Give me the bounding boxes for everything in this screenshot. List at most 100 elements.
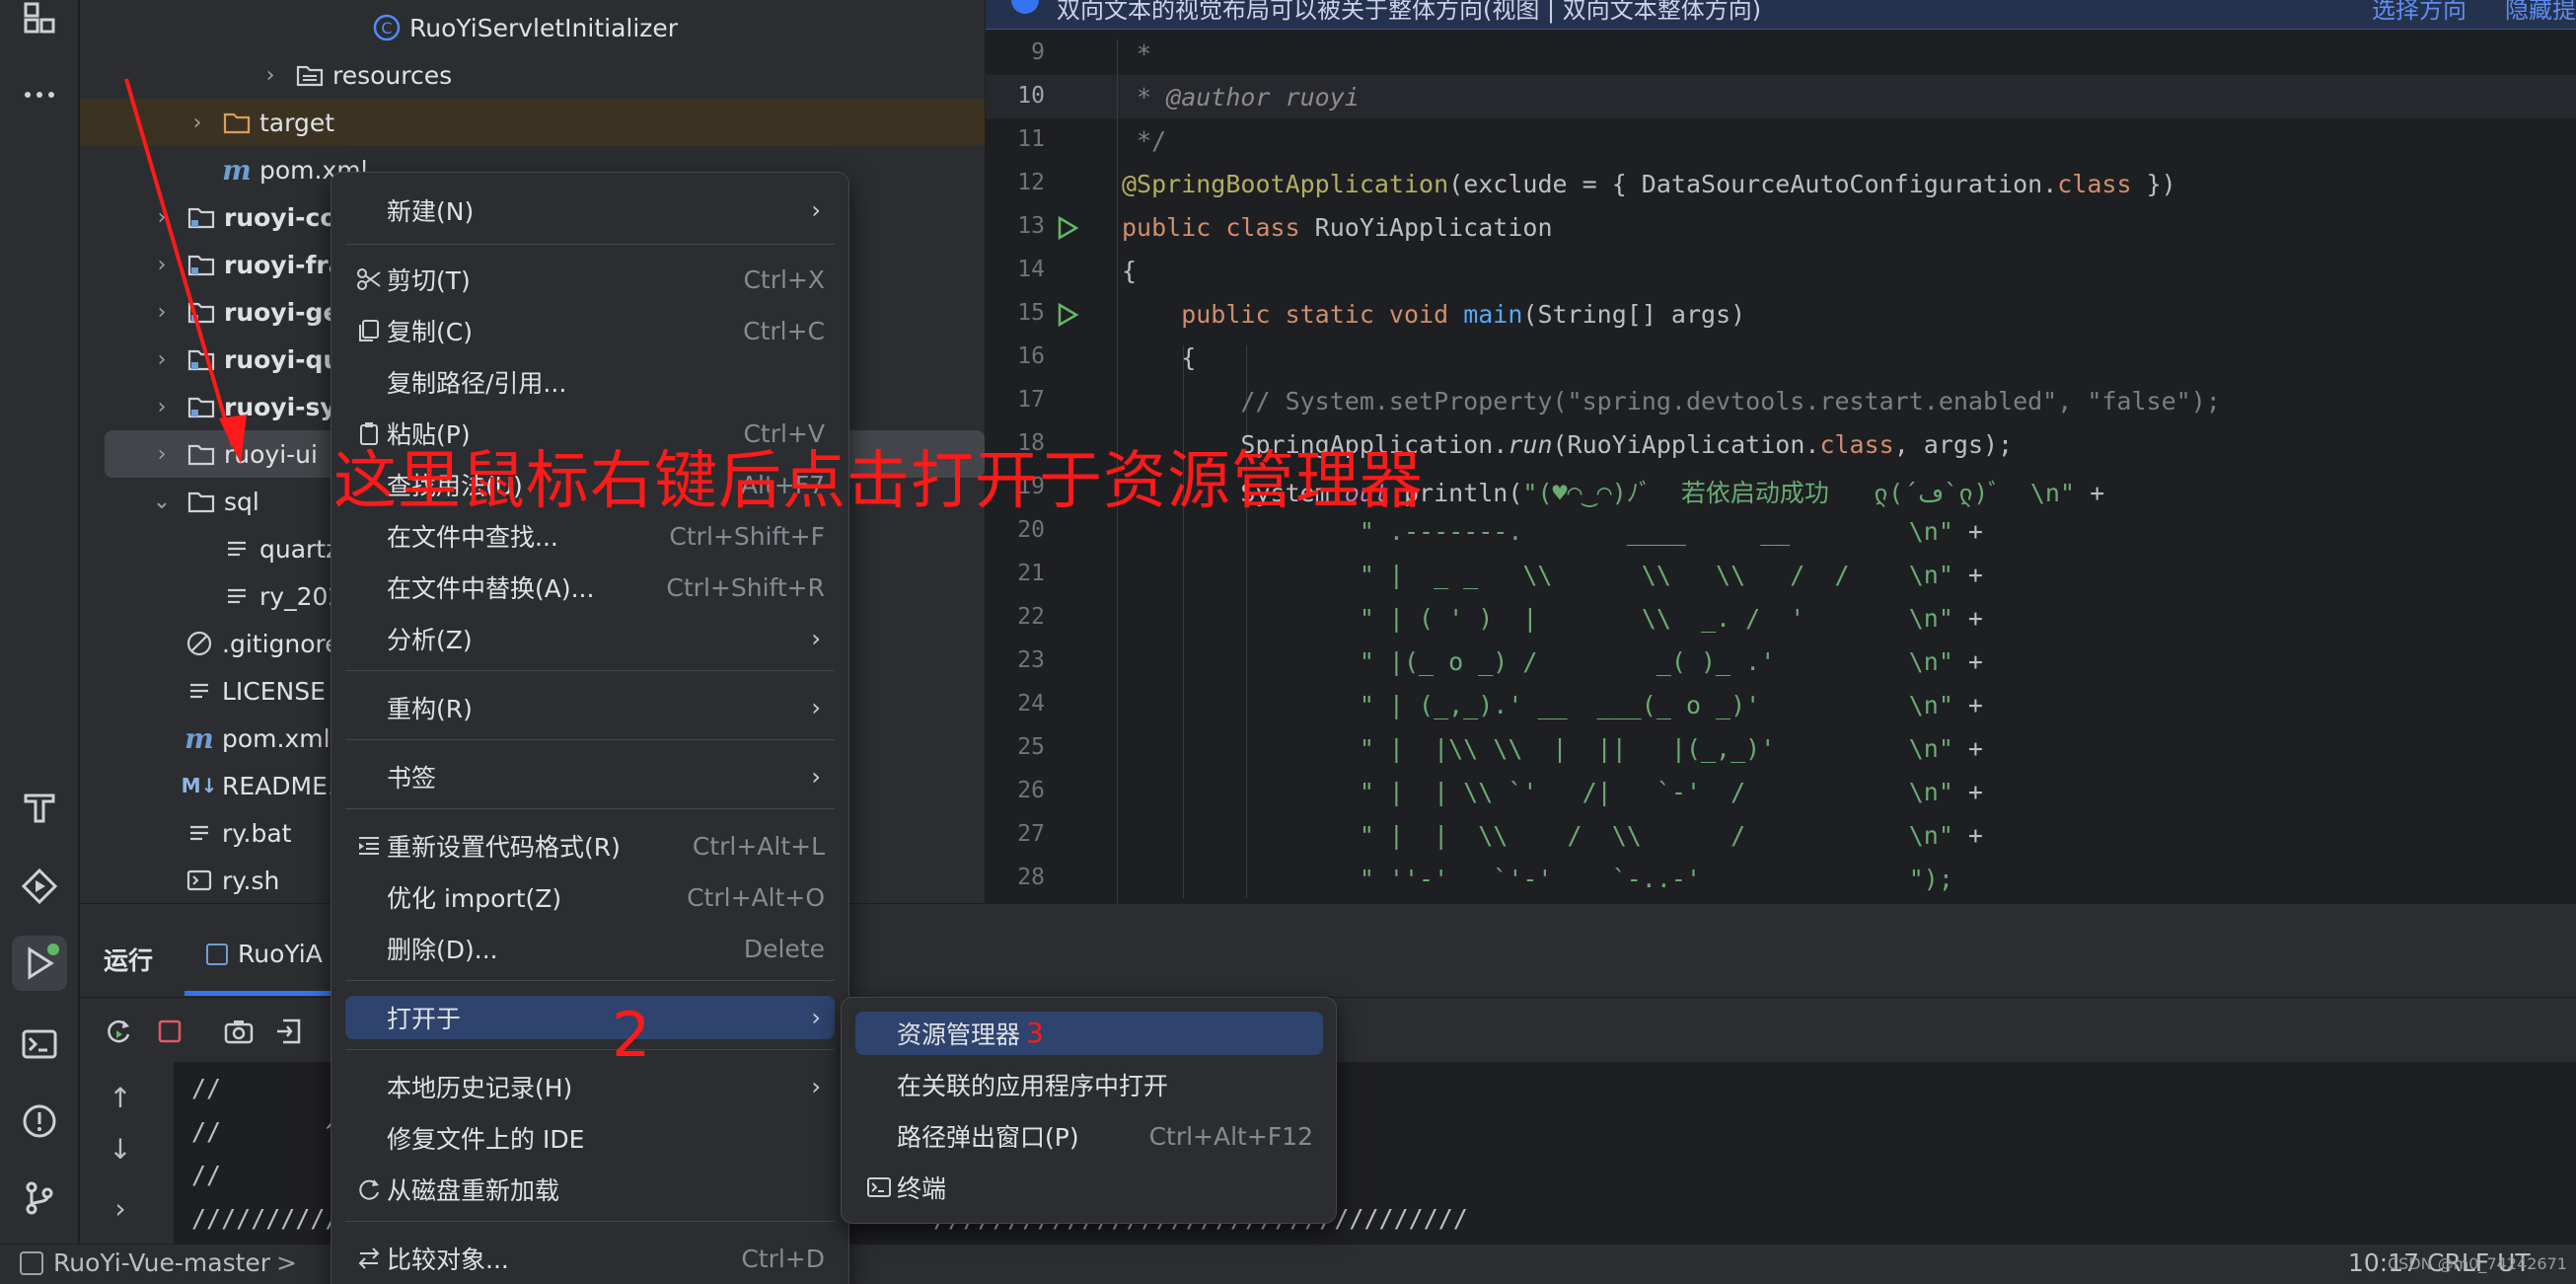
line-number: 12 xyxy=(1017,170,1045,195)
tree-item[interactable]: C RuoYiServletInitializer xyxy=(80,4,985,51)
menu-separator xyxy=(345,244,835,245)
breadcrumb-separator: > xyxy=(276,1248,297,1277)
restore-layout-icon[interactable] xyxy=(273,1015,307,1048)
module-folder-icon xyxy=(186,344,216,374)
problems-icon[interactable] xyxy=(12,1094,67,1149)
svg-text:C: C xyxy=(381,19,392,38)
menu-item-local-history[interactable]: 本地历史记录(H) › xyxy=(345,1065,835,1108)
code-line: " .-------. ____ __ \n" + xyxy=(1122,517,1983,546)
chevron-right-icon: › xyxy=(811,1004,821,1031)
code-line: @SpringBootApplication(exclude = { DataS… xyxy=(1122,170,2176,198)
maven-icon: m xyxy=(222,153,252,187)
line-number: 16 xyxy=(1017,343,1045,369)
menu-item-explorer[interactable]: 资源管理器 xyxy=(855,1012,1323,1055)
menu-item-open-in[interactable]: 打开于 › xyxy=(345,996,835,1039)
context-menu: 新建(N) › 剪切(T) Ctrl+X 复制(C) Ctrl+C 复制路径/引用..… xyxy=(331,172,849,1284)
chevron-right-icon[interactable]: › xyxy=(151,253,173,277)
menu-item-bookmarks[interactable]: 书签 › xyxy=(345,755,835,798)
markdown-icon: M↓ xyxy=(181,774,218,797)
reformat-icon xyxy=(355,832,383,860)
menu-separator xyxy=(345,739,835,740)
code-line: " | | \\ `' /| `-' / \n" + xyxy=(1122,778,1983,806)
notification-link[interactable]: 选择方向 xyxy=(2372,0,2466,25)
tree-item-label: LICENSE xyxy=(222,676,326,706)
rerun-icon[interactable] xyxy=(102,1015,135,1048)
run-config-tab[interactable]: RuoYiA xyxy=(206,940,323,968)
chevron-right-icon[interactable]: › xyxy=(186,111,208,135)
line-number: 21 xyxy=(1017,561,1045,586)
screenshot-icon[interactable] xyxy=(222,1015,256,1048)
notification-link[interactable]: 隐藏提示 xyxy=(2505,0,2576,29)
line-number: 22 xyxy=(1017,604,1045,630)
tree-item-label: ry.sh xyxy=(222,866,280,895)
menu-item-reload-from-disk[interactable]: 从磁盘重新加载 xyxy=(345,1168,835,1211)
menu-separator xyxy=(345,1221,835,1222)
menu-item-refactor[interactable]: 重构(R) › xyxy=(345,686,835,729)
menu-item-replace-in-files[interactable]: 在文件中替换(A)... Ctrl+Shift+R xyxy=(345,566,835,609)
tree-item-label: RuoYiServletInitializer xyxy=(409,13,679,42)
expand-icon[interactable]: › xyxy=(106,1192,135,1225)
scroll-up-icon[interactable]: ↑ xyxy=(106,1082,135,1114)
menu-item-path-popup[interactable]: 路径弹出窗口(P) Ctrl+Alt+F12 xyxy=(855,1114,1323,1158)
more-icon[interactable] xyxy=(12,67,67,122)
chevron-right-icon[interactable]: › xyxy=(259,63,281,88)
tree-item-label: README.r xyxy=(222,771,346,800)
scroll-down-icon[interactable]: ↓ xyxy=(106,1133,135,1166)
menu-item-optimize-imports[interactable]: 优化 import(Z) Ctrl+Alt+O xyxy=(345,875,835,919)
ignore-file-icon xyxy=(184,629,214,658)
folder-icon xyxy=(222,108,252,137)
chevron-right-icon[interactable]: › xyxy=(151,205,173,230)
resources-folder-icon xyxy=(295,60,325,90)
code-line: * @author ruoyi xyxy=(1122,83,1360,112)
breadcrumb-project[interactable]: RuoYi-Vue-master xyxy=(20,1248,270,1277)
services-icon[interactable] xyxy=(12,859,67,914)
copy-icon xyxy=(355,317,383,344)
chevron-right-icon: › xyxy=(811,1073,821,1100)
run-tool-icon[interactable] xyxy=(12,936,67,991)
chevron-right-icon[interactable]: › xyxy=(151,347,173,372)
tree-item[interactable]: › resources xyxy=(80,51,985,99)
code-line: " |(_ o _) / _( )_ .' \n" + xyxy=(1122,647,1983,676)
terminal-tool-icon[interactable] xyxy=(12,1017,67,1072)
line-number: 17 xyxy=(1017,387,1045,413)
notification-text: 双向文本的视觉布局可以被关于整体方向(视图 | 双向文本整体方向) xyxy=(1057,0,1762,24)
code-line: public class RuoYiApplication xyxy=(1122,213,1553,242)
menu-item-associated-app[interactable]: 在关联的应用程序中打开 xyxy=(855,1063,1323,1106)
menu-item-repair-ide[interactable]: 修复文件上的 IDE xyxy=(345,1116,835,1160)
stop-icon[interactable] xyxy=(153,1015,186,1048)
menu-item-reformat[interactable]: 重新设置代码格式(R) Ctrl+Alt+L xyxy=(345,824,835,868)
run-gutter-icon[interactable] xyxy=(1055,302,1080,328)
project-icon xyxy=(20,1250,43,1275)
maven-icon: m xyxy=(184,721,214,755)
menu-item-copy-path[interactable]: 复制路径/引用... xyxy=(345,360,835,404)
project-view-icon[interactable] xyxy=(12,0,67,45)
menu-item-analyze[interactable]: 分析(Z) › xyxy=(345,617,835,660)
run-gutter-icon[interactable] xyxy=(1055,215,1080,241)
menu-item-terminal[interactable]: 终端 xyxy=(855,1166,1323,1209)
annotation-step-2: 2 xyxy=(612,999,651,1071)
chevron-right-icon[interactable]: › xyxy=(151,395,173,419)
chevron-right-icon: › xyxy=(811,763,821,791)
code-line: " | (_,_).' __ ___(_ o _)' \n" + xyxy=(1122,691,1983,719)
bat-file-icon xyxy=(184,818,214,848)
console-line: // xyxy=(191,1074,222,1102)
git-icon[interactable] xyxy=(12,1171,67,1226)
menu-item-cut[interactable]: 剪切(T) Ctrl+X xyxy=(345,258,835,301)
sql-file-icon xyxy=(222,581,252,611)
menu-item-compare[interactable]: 比较对象... Ctrl+D xyxy=(345,1237,835,1280)
code-line: " | |\\ \\ | || |(_,_)' \n" + xyxy=(1122,734,1983,763)
menu-separator xyxy=(345,808,835,809)
menu-item-copy[interactable]: 复制(C) Ctrl+C xyxy=(345,309,835,352)
tree-item-label: quartz xyxy=(259,534,339,564)
menu-separator xyxy=(345,670,835,671)
tree-item-label: ruoyi-ui xyxy=(224,439,318,469)
menu-separator xyxy=(345,980,835,981)
chevron-right-icon[interactable]: › xyxy=(151,300,173,325)
tree-item[interactable]: › target xyxy=(80,99,985,146)
menu-item-delete[interactable]: 删除(D)... Delete xyxy=(345,927,835,970)
menu-item-new[interactable]: 新建(N) › xyxy=(345,189,835,232)
line-number: 11 xyxy=(1017,126,1045,152)
chevron-right-icon[interactable]: › xyxy=(151,442,173,467)
build-hammer-icon[interactable] xyxy=(12,780,67,835)
chevron-down-icon[interactable]: ⌄ xyxy=(151,490,173,514)
